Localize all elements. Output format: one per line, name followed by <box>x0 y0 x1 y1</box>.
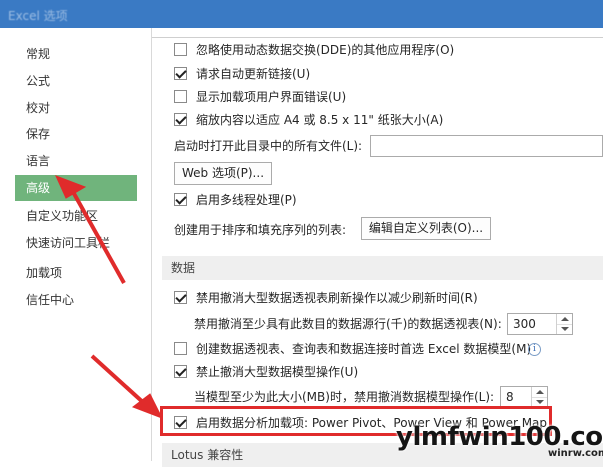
arrow-to-analysis-addins <box>90 354 164 419</box>
watermark-subtext: winrw.com <box>548 448 603 459</box>
annotation-arrows <box>55 175 164 419</box>
arrow-to-advanced <box>55 175 126 284</box>
